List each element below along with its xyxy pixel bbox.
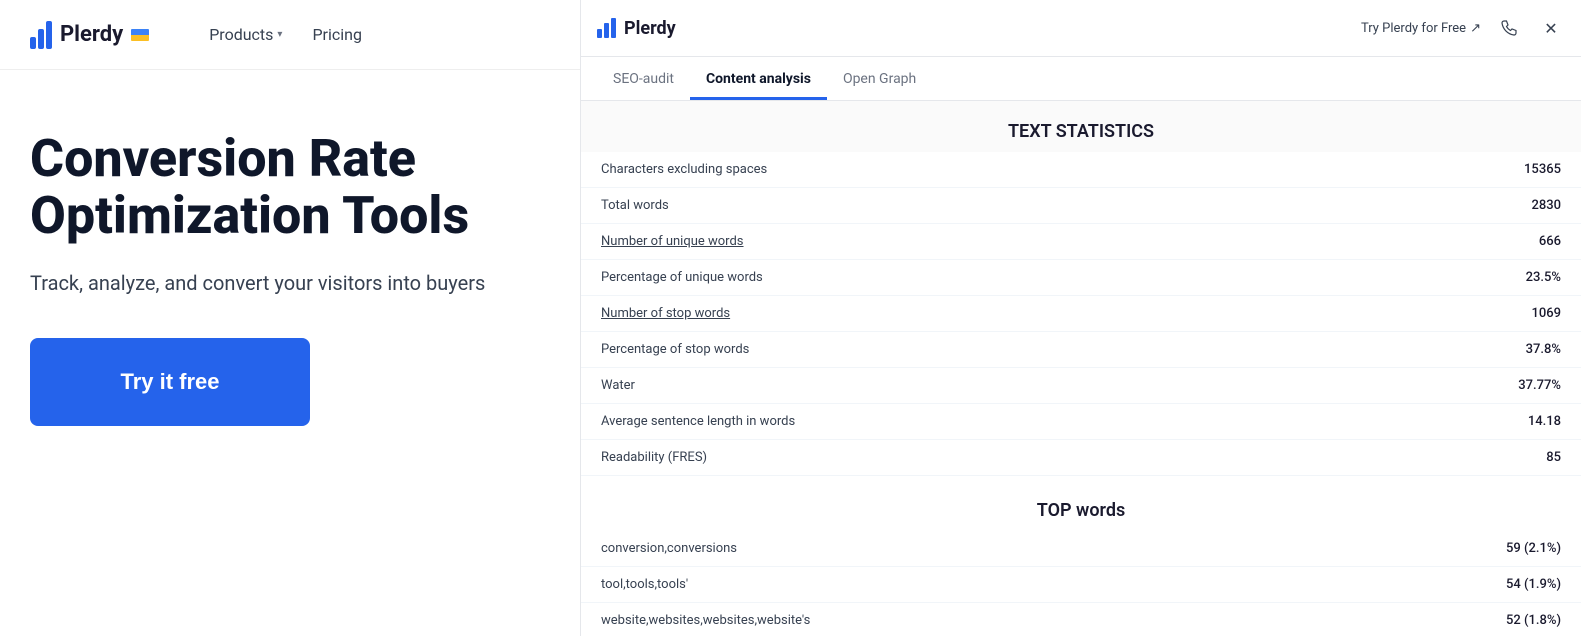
top-words-section: TOP words conversion,conversions59 (2.1%… — [581, 484, 1581, 636]
hero-subtitle: Track, analyze, and convert your visitor… — [30, 268, 550, 298]
ext-header-actions: Try Plerdy for Free ↗ ✕ — [1361, 14, 1565, 42]
table-row: Percentage of stop words37.8% — [581, 332, 1581, 368]
ext-logo[interactable]: Plerdy — [597, 18, 676, 39]
table-row: Water37.77% — [581, 368, 1581, 404]
table-row: Characters excluding spaces15365 — [581, 152, 1581, 188]
tab-open-graph[interactable]: Open Graph — [827, 57, 932, 100]
nav-links: Products ▾ Pricing — [209, 25, 362, 44]
navbar: Plerdy Products ▾ Pricing — [0, 0, 580, 70]
table-row: Number of unique words666 — [581, 224, 1581, 260]
table-row: conversion,conversions59 (2.1%) — [581, 531, 1581, 567]
try-it-free-button[interactable]: Try it free — [30, 338, 310, 426]
hero-title: Conversion Rate Optimization Tools — [30, 130, 550, 244]
hero-section: Conversion Rate Optimization Tools Track… — [0, 70, 580, 636]
logo[interactable]: Plerdy — [30, 21, 149, 49]
tab-seo-audit[interactable]: SEO-audit — [597, 57, 690, 100]
table-row: tool,tools,tools'54 (1.9%) — [581, 567, 1581, 603]
table-row: Percentage of unique words23.5% — [581, 260, 1581, 296]
top-words-title: TOP words — [581, 484, 1581, 531]
table-row: website,websites,websites,website's52 (1… — [581, 603, 1581, 636]
table-row: Total words2830 — [581, 188, 1581, 224]
nav-products[interactable]: Products ▾ — [209, 25, 282, 44]
text-statistics-title: TEXT STATISTICS — [581, 101, 1581, 152]
tab-content-analysis[interactable]: Content analysis — [690, 57, 827, 100]
extension-panel: Plerdy Try Plerdy for Free ↗ ✕ SEO-audit… — [580, 0, 1581, 636]
close-icon[interactable]: ✕ — [1537, 14, 1565, 42]
ext-tabs: SEO-audit Content analysis Open Graph — [581, 57, 1581, 101]
text-statistics-table: Characters excluding spaces15365Total wo… — [581, 152, 1581, 476]
table-row: Readability (FRES)85 — [581, 440, 1581, 476]
extension-header: Plerdy Try Plerdy for Free ↗ ✕ — [581, 0, 1581, 57]
ext-content: TEXT STATISTICS Characters excluding spa… — [581, 101, 1581, 636]
ext-logo-icon — [597, 18, 616, 38]
ext-logo-text: Plerdy — [624, 18, 676, 39]
chevron-down-icon: ▾ — [277, 29, 282, 40]
nav-pricing[interactable]: Pricing — [312, 25, 362, 44]
logo-text: Plerdy — [60, 22, 123, 47]
table-row: Number of stop words1069 — [581, 296, 1581, 332]
external-link-icon: ↗ — [1470, 21, 1481, 36]
try-plerdy-link[interactable]: Try Plerdy for Free ↗ — [1361, 21, 1481, 36]
table-row: Average sentence length in words14.18 — [581, 404, 1581, 440]
logo-icon — [30, 21, 52, 49]
top-words-table: conversion,conversions59 (2.1%)tool,tool… — [581, 531, 1581, 636]
ukraine-flag-icon — [131, 29, 149, 41]
phone-icon[interactable] — [1495, 14, 1523, 42]
main-website: Plerdy Products ▾ Pricing Conversion Rat… — [0, 0, 580, 636]
